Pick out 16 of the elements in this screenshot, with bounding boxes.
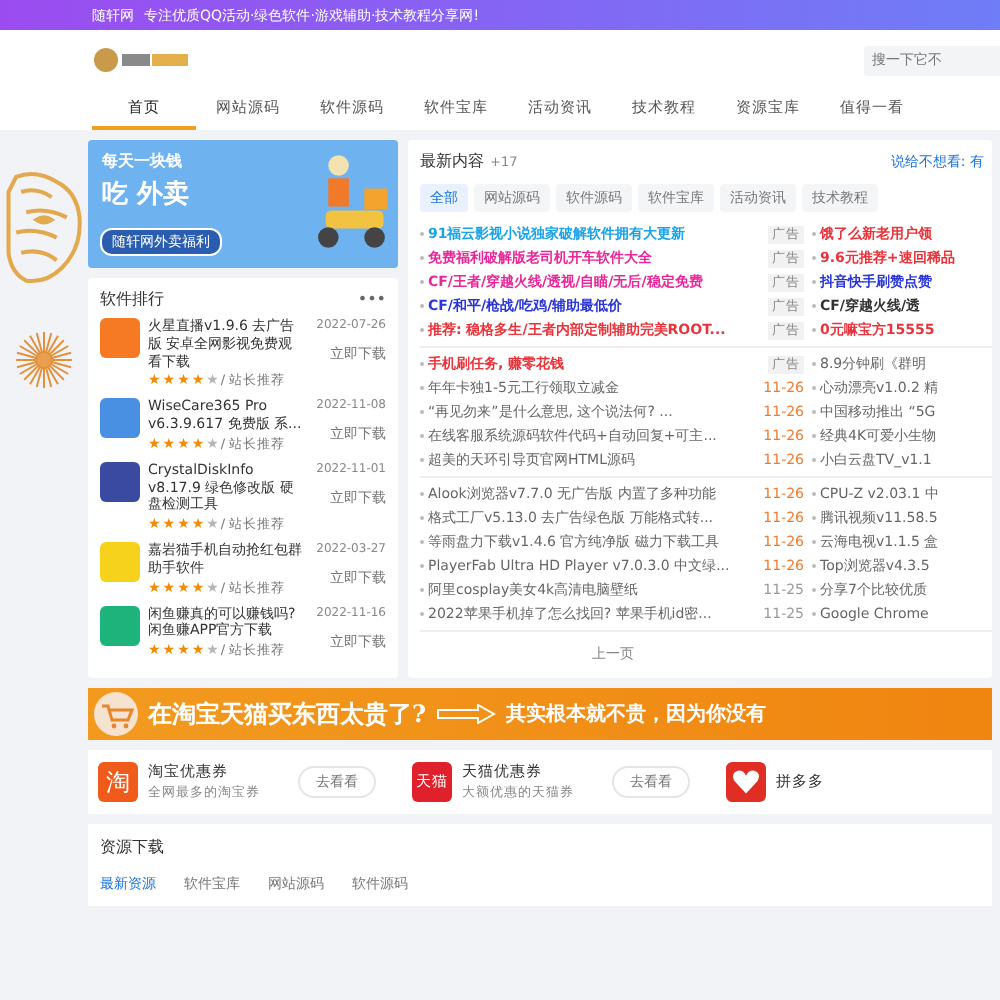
promo-question: 在淘宝天猫买东西太贵了? (148, 697, 427, 731)
shopping-cart-icon (94, 692, 138, 736)
card-title: 软件排行 (100, 288, 164, 310)
app-icon[interactable] (100, 398, 140, 439)
banner-text: 每天一块钱 (102, 150, 182, 172)
app-icon[interactable] (100, 461, 140, 502)
promo-answer: 其实根本就不贵，因为你没有 (506, 700, 767, 728)
card-title: 最新内容 (420, 150, 484, 172)
spiky-ball-drawing (14, 330, 74, 390)
arrow-icon (436, 704, 497, 724)
logo-icon[interactable] (92, 44, 192, 76)
banner-headline: 吃 外卖 (102, 178, 190, 212)
taobao-icon[interactable]: 淘 (98, 762, 138, 802)
card-title: 资源下载 (100, 836, 166, 858)
heart-logo-icon[interactable] (726, 762, 766, 802)
more-link[interactable]: ••• (357, 290, 386, 308)
